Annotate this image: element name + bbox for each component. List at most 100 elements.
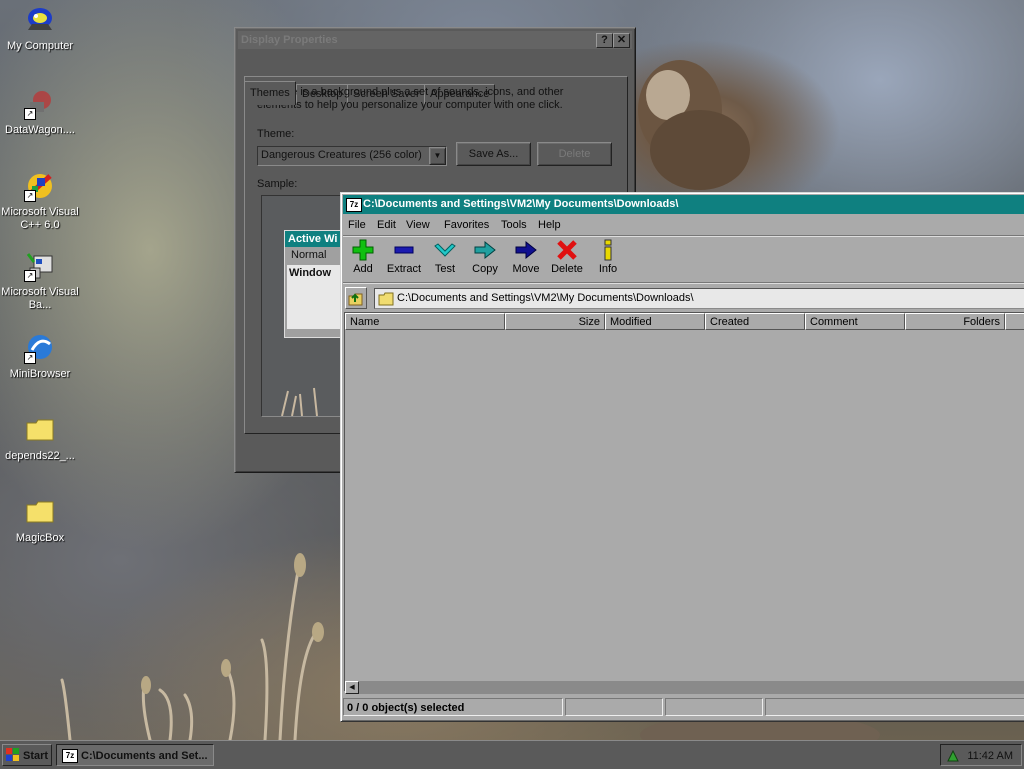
window-title: C:\Documents and Settings\VM2\My Documen… (363, 198, 679, 210)
clock[interactable]: 11:42 AM (967, 745, 1013, 767)
column-created[interactable]: Created (705, 313, 805, 330)
horizontal-scrollbar[interactable]: ◀ (345, 681, 1024, 694)
desktop-icon-label: DataWagon.... (5, 124, 75, 136)
7zip-task-icon: 7z (62, 749, 78, 763)
up-folder-button[interactable] (345, 287, 367, 309)
status-panel-4 (765, 698, 1024, 716)
status-panel-2 (565, 698, 663, 716)
extract-minus-icon (392, 238, 416, 262)
desktop-icon-minibrowser[interactable]: ↗ MiniBrowser (0, 332, 80, 381)
move-button[interactable]: Move (506, 238, 546, 275)
menu-view[interactable]: View (406, 216, 430, 234)
move-label: Move (512, 263, 540, 275)
desktop-icon-label: MagicBox (15, 532, 65, 544)
minibrowser-icon: ↗ (24, 332, 56, 364)
file-manager-titlebar[interactable]: 7z C:\Documents and Settings\VM2\My Docu… (343, 195, 1024, 214)
toolbar-separator (343, 282, 1024, 284)
delete-theme-button[interactable]: Delete (537, 142, 612, 166)
preview-active-window: Active Wi Normal Window (284, 230, 342, 338)
extract-button[interactable]: Extract (384, 238, 424, 275)
copy-button[interactable]: Copy (465, 238, 505, 275)
menu-help[interactable]: Help (538, 216, 561, 234)
add-plus-icon (351, 238, 375, 262)
test-button[interactable]: Test (425, 238, 465, 275)
scroll-left-icon[interactable]: ◀ (345, 681, 359, 694)
test-label: Test (434, 263, 456, 275)
menu-tools[interactable]: Tools (501, 216, 527, 234)
taskbar-item-file-manager[interactable]: 7z C:\Documents and Set... (56, 744, 214, 766)
address-text: C:\Documents and Settings\VM2\My Documen… (397, 292, 694, 304)
desktop-icon-label: Microsoft Visual C++ 6.0 (1, 206, 79, 231)
save-as-button[interactable]: Save As... (456, 142, 531, 166)
info-icon (596, 238, 620, 262)
visual-basic-icon: ↗ (24, 250, 56, 282)
shortcut-arrow-icon: ↗ (24, 190, 36, 202)
start-button[interactable]: Start (2, 744, 52, 766)
desktop-icon-visual-cpp[interactable]: ↗ Microsoft Visual C++ 6.0 (0, 170, 80, 232)
close-button[interactable]: ✕ (613, 33, 630, 48)
info-label: Info (598, 263, 618, 275)
7zip-app-icon[interactable]: 7z (346, 198, 362, 212)
column-name[interactable]: Name (345, 313, 505, 330)
tray-network-icon[interactable] (946, 749, 960, 763)
shortcut-arrow-icon: ↗ (24, 352, 36, 364)
copy-arrow-icon (473, 238, 497, 262)
status-panel-3 (665, 698, 763, 716)
column-folders[interactable]: Folders (905, 313, 1005, 330)
theme-select-value: Dangerous Creatures (256 color) (261, 149, 422, 161)
file-manager-window[interactable]: 7z C:\Documents and Settings\VM2\My Docu… (340, 192, 1024, 722)
theme-description: A theme is a background plus a set of so… (257, 86, 564, 111)
address-field[interactable]: C:\Documents and Settings\VM2\My Documen… (374, 288, 1024, 309)
add-button[interactable]: Add (343, 238, 383, 275)
sample-preview: Active Wi Normal Window (261, 195, 343, 417)
desktop-icon-datawagon[interactable]: ↗ DataWagon.... (0, 88, 80, 137)
menu-separator (343, 235, 1024, 237)
preview-window-text: Window (287, 265, 342, 329)
desktop-icon-label: depends22_... (5, 450, 75, 462)
menu-edit[interactable]: Edit (377, 216, 396, 234)
column-extra[interactable] (1005, 313, 1024, 330)
windows-logo-icon (6, 748, 19, 761)
display-properties-titlebar[interactable]: Display Properties ? ✕ (238, 31, 632, 49)
extract-label: Extract (386, 263, 422, 275)
start-label: Start (23, 750, 49, 762)
task-label: C:\Documents and Set... (81, 750, 208, 762)
tab-themes[interactable]: Themes (244, 81, 296, 105)
status-selection: 0 / 0 object(s) selected (343, 698, 563, 716)
desktop-icon-label: My Computer (6, 40, 74, 52)
copy-label: Copy (472, 263, 498, 275)
theme-select[interactable]: Dangerous Creatures (256 color) ▼ (257, 146, 447, 166)
taskbar: Start 7z C:\Documents and Set... 11:42 A… (0, 740, 1024, 769)
test-check-icon (433, 238, 457, 262)
column-modified[interactable]: Modified (605, 313, 705, 330)
window-title: Display Properties (241, 34, 338, 46)
folder-icon (24, 496, 56, 528)
add-label: Add (353, 263, 373, 275)
preview-active-title: Active Wi (285, 231, 342, 247)
my-computer-icon (24, 4, 56, 36)
desktop-icon-visual-basic[interactable]: ↗ Microsoft Visual Ba... (0, 250, 80, 312)
column-size[interactable]: Size (505, 313, 605, 330)
desktop-icon-depends[interactable]: depends22_... (0, 414, 80, 463)
chevron-down-icon[interactable]: ▼ (429, 147, 446, 165)
info-button[interactable]: Info (588, 238, 628, 275)
delete-label: Delete (551, 263, 583, 275)
delete-button[interactable]: Delete (547, 238, 587, 275)
delete-x-icon (555, 238, 579, 262)
desktop-icon-my-computer[interactable]: My Computer (0, 4, 80, 53)
up-folder-icon (348, 293, 363, 306)
desktop-icon-label: MiniBrowser (9, 368, 71, 380)
move-arrow-icon (514, 238, 538, 262)
help-button[interactable]: ? (596, 33, 613, 48)
menu-file[interactable]: File (348, 216, 366, 234)
datawagon-icon: ↗ (24, 88, 56, 120)
column-comment[interactable]: Comment (805, 313, 905, 330)
file-list[interactable] (344, 312, 1024, 691)
shortcut-arrow-icon: ↗ (24, 108, 36, 120)
menu-favorites[interactable]: Favorites (444, 216, 489, 234)
desktop-icon-label: Microsoft Visual Ba... (1, 286, 79, 311)
folder-icon (378, 292, 394, 306)
visual-cpp-icon: ↗ (24, 170, 56, 202)
preview-normal-label: Normal (291, 249, 327, 261)
desktop-icon-magicbox[interactable]: MagicBox (0, 496, 80, 545)
